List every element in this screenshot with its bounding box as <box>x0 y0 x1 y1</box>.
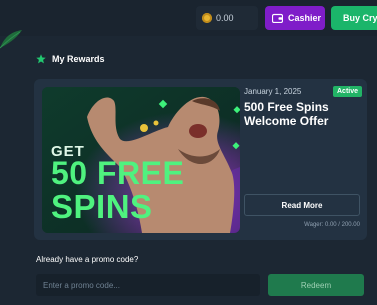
leaf-decoration-icon <box>0 30 22 49</box>
star-icon <box>36 54 46 64</box>
top-bar: 0.00 Cashier Buy Crypto <box>0 0 377 36</box>
rewards-title: My Rewards <box>52 54 105 64</box>
cashier-label: Cashier <box>288 13 322 23</box>
promo-label: Already have a promo code? <box>36 255 139 264</box>
coin-icon <box>202 13 212 23</box>
wager-progress: Wager: 0.00 / 200.00 <box>304 222 360 228</box>
reward-card: GET 50 FREE SPINS January 1, 2025 Active… <box>34 79 367 240</box>
status-badge: Active <box>333 86 363 97</box>
cashier-button[interactable]: Cashier <box>265 6 325 30</box>
wallet-icon <box>272 13 283 23</box>
offer-title: 500 Free Spins Welcome Offer <box>244 100 329 128</box>
promo-code-input[interactable]: Enter a promo code... <box>36 274 260 296</box>
wallet-balance[interactable]: 0.00 <box>196 6 258 30</box>
banner-amount-text: 50 FREE <box>51 155 185 191</box>
promo-banner[interactable]: GET 50 FREE SPINS <box>42 87 240 233</box>
buy-crypto-label: Buy Crypto <box>343 13 377 23</box>
redeem-button[interactable]: Redeem <box>268 274 364 296</box>
buy-crypto-button[interactable]: Buy Crypto <box>331 6 377 30</box>
read-more-button[interactable]: Read More <box>244 194 360 216</box>
rewards-section-title: My Rewards <box>36 54 105 64</box>
banner-spins-text: SPINS <box>51 188 153 225</box>
balance-amount: 0.00 <box>216 13 234 23</box>
reward-date: January 1, 2025 <box>244 87 302 96</box>
